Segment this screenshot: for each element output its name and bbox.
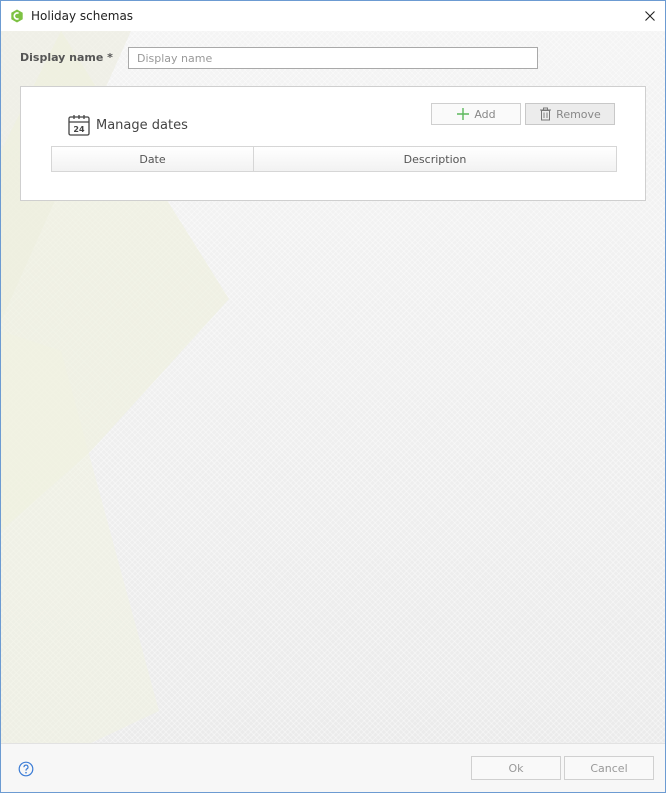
panel-header: 24 Manage dates (67, 113, 188, 137)
plus-icon (457, 108, 470, 120)
ok-button[interactable]: Ok (471, 756, 561, 780)
column-header-description[interactable]: Description (254, 147, 616, 171)
remove-button-label: Remove (556, 107, 601, 121)
display-name-row: Display name * (20, 47, 540, 71)
app-logo-icon (11, 9, 23, 23)
help-icon[interactable] (18, 761, 34, 777)
add-date-button[interactable]: Add (431, 103, 521, 125)
dialog-footer: Ok Cancel (1, 743, 665, 792)
display-name-label: Display name * (20, 51, 113, 64)
cancel-button[interactable]: Cancel (564, 756, 654, 780)
panel-toolbar: Add Remove (431, 103, 615, 125)
close-button[interactable] (635, 1, 665, 31)
dates-table: Date Description (51, 146, 617, 172)
dialog-window: Holiday schemas Display name * 24 Manage… (0, 0, 666, 793)
remove-date-button[interactable]: Remove (525, 103, 615, 125)
window-title: Holiday schemas (31, 9, 134, 23)
trash-icon (540, 107, 552, 121)
calendar-icon: 24 (68, 115, 90, 136)
column-header-date[interactable]: Date (52, 147, 254, 171)
calendar-day-number: 24 (73, 125, 85, 134)
display-name-input[interactable] (128, 47, 538, 69)
title-bar: Holiday schemas (1, 1, 665, 31)
add-button-label: Add (474, 107, 496, 121)
panel-title: Manage dates (96, 117, 188, 133)
close-icon (645, 11, 655, 21)
manage-dates-panel: 24 Manage dates Add Remove Date Descript… (20, 86, 646, 201)
